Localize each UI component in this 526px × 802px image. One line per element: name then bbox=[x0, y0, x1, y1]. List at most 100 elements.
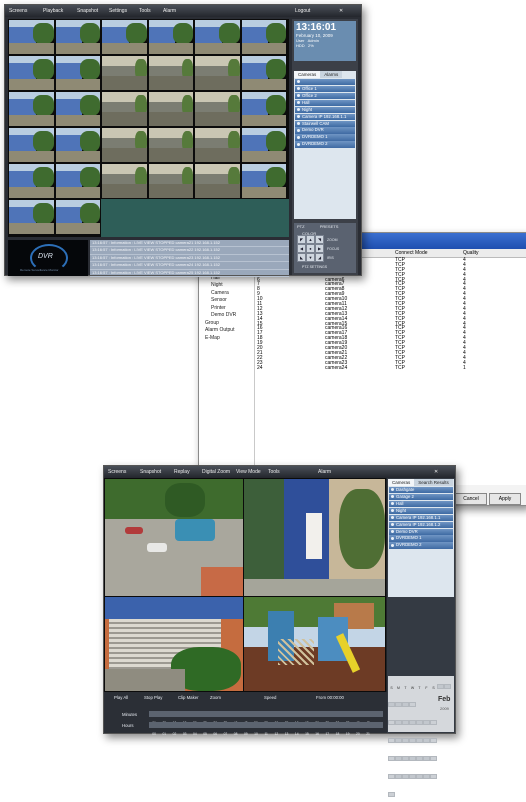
logout-button[interactable]: Logout bbox=[295, 8, 310, 14]
camera-list-item[interactable]: Stairwell CAM bbox=[295, 120, 355, 127]
camera-tile[interactable] bbox=[55, 56, 100, 90]
screens-menu[interactable]: Screens bbox=[9, 8, 27, 14]
ptz-right-icon[interactable]: ▶ bbox=[315, 244, 324, 253]
calendar-cell[interactable] bbox=[430, 755, 437, 761]
calendar-cell[interactable] bbox=[423, 773, 430, 779]
camera-tile[interactable] bbox=[102, 128, 147, 162]
camera-tile[interactable] bbox=[102, 164, 147, 198]
calendar-cell[interactable] bbox=[423, 755, 430, 761]
col-header-connect-mode[interactable]: Connect Mode bbox=[395, 250, 428, 256]
calendar-cell[interactable] bbox=[388, 773, 395, 779]
calendar-cell[interactable] bbox=[395, 755, 402, 761]
camera-list-item[interactable]: Hall bbox=[295, 99, 355, 106]
camera-list-item[interactable]: Demo DVR bbox=[295, 127, 355, 134]
camera-list-item[interactable]: Office 1 bbox=[295, 85, 355, 92]
tab-cameras[interactable]: Cameras bbox=[294, 71, 321, 78]
calendar-cell[interactable] bbox=[409, 701, 416, 707]
calendar-cell[interactable] bbox=[416, 755, 423, 761]
tree-item[interactable]: Group bbox=[199, 320, 254, 328]
tree-item[interactable]: E-Map bbox=[199, 335, 254, 343]
tab-search-results[interactable]: Search Results bbox=[414, 479, 453, 486]
event-log[interactable]: 13:16:57 : Information : LIVE VIEW STOPP… bbox=[90, 240, 289, 277]
alarm-button[interactable]: Alarm bbox=[318, 469, 331, 475]
stop-play-button[interactable]: Stop Play bbox=[144, 695, 162, 700]
camera-tile[interactable] bbox=[148, 20, 193, 54]
calendar-cell[interactable] bbox=[388, 737, 395, 743]
camera-list-item[interactable]: Night bbox=[295, 106, 355, 113]
tree-item[interactable]: Sensor bbox=[199, 297, 254, 305]
calendar[interactable]: SMTWTFS Feb 2009 bbox=[388, 676, 454, 797]
speed-label[interactable]: Speed bbox=[264, 695, 276, 700]
camera-list-item[interactable]: DVRDEMO 1 bbox=[295, 134, 355, 141]
snapshot-button[interactable]: Snapshot bbox=[77, 8, 98, 14]
calendar-cell[interactable] bbox=[402, 719, 409, 725]
calendar-cell[interactable] bbox=[409, 755, 416, 761]
camera-tile[interactable] bbox=[9, 20, 54, 54]
calendar-cell[interactable] bbox=[444, 683, 451, 689]
calendar-cell[interactable] bbox=[395, 701, 402, 707]
zoom-button[interactable]: Zoom bbox=[210, 695, 221, 700]
playback-button[interactable]: Playback bbox=[43, 8, 63, 14]
tab-presets[interactable]: PRESETS bbox=[320, 224, 339, 229]
table-row[interactable]: 24 camera24 TCP 1 bbox=[255, 365, 526, 371]
camera-view-garage[interactable] bbox=[105, 597, 243, 691]
ptz-up-right-icon[interactable]: ◥ bbox=[315, 235, 324, 244]
camera-tile[interactable] bbox=[9, 128, 54, 162]
tree-item[interactable]: Printer bbox=[199, 305, 254, 313]
calendar-cell[interactable] bbox=[395, 737, 402, 743]
calendar-cell[interactable] bbox=[395, 773, 402, 779]
camera-list-item[interactable]: Office 2 bbox=[295, 92, 355, 99]
ptz-up-icon[interactable]: ▲ bbox=[306, 235, 315, 244]
camera-view-pool[interactable] bbox=[105, 479, 243, 596]
minutes-timeline[interactable]: 0105101520253035404550556005101520253035… bbox=[149, 711, 383, 725]
tree-item[interactable]: Alarm Output bbox=[199, 327, 254, 335]
camera-tile[interactable] bbox=[148, 56, 193, 90]
camera-view-door[interactable] bbox=[244, 479, 385, 596]
calendar-cell[interactable] bbox=[402, 773, 409, 779]
camera-tile[interactable] bbox=[148, 128, 193, 162]
cancel-button[interactable]: Cancel bbox=[455, 493, 487, 505]
camera-list-item[interactable]: Garage 2 bbox=[389, 493, 453, 500]
ptz-down-right-icon[interactable]: ◢ bbox=[315, 253, 324, 262]
camera-tile[interactable] bbox=[55, 164, 100, 198]
screens-menu[interactable]: Screens bbox=[108, 469, 126, 475]
ptz-left-icon[interactable]: ◀ bbox=[297, 244, 306, 253]
play-all-button[interactable]: Play All bbox=[114, 695, 128, 700]
camera-list-item[interactable]: Camera IP 192.168.1.1 bbox=[295, 113, 355, 120]
tools-menu[interactable]: Tools bbox=[139, 8, 151, 14]
camera-list-item[interactable]: Hall bbox=[389, 500, 453, 507]
camera-list-item[interactable]: DVRDEMO 1 bbox=[389, 535, 453, 542]
digital-zoom-button[interactable]: Digital Zoom bbox=[202, 469, 230, 475]
calendar-cell[interactable] bbox=[388, 719, 395, 725]
camera-tile[interactable] bbox=[102, 20, 147, 54]
camera-list-item[interactable]: DVRDEMO 2 bbox=[295, 141, 355, 148]
camera-tile[interactable] bbox=[148, 164, 193, 198]
tools-menu[interactable]: Tools bbox=[268, 469, 280, 475]
calendar-cell[interactable] bbox=[423, 719, 430, 725]
ptz-up-left-icon[interactable]: ◤ bbox=[297, 235, 306, 244]
camera-tile[interactable] bbox=[241, 56, 286, 90]
camera-list-item[interactable]: DVRDEMO 2 bbox=[389, 542, 453, 549]
hours-timeline[interactable]: 00 01 02 03 04 05 06 07 08 09 10 11 12 13 14 15 16 17 18 19… bbox=[149, 722, 383, 736]
camera-tile[interactable] bbox=[241, 128, 286, 162]
camera-tile[interactable] bbox=[102, 56, 147, 90]
apply-button[interactable]: Apply bbox=[489, 493, 521, 505]
tab-ptz[interactable]: PTZ bbox=[297, 224, 305, 229]
close-icon[interactable]: ✕ bbox=[434, 469, 438, 475]
camera-tile[interactable] bbox=[55, 20, 100, 54]
camera-list-item[interactable] bbox=[295, 78, 355, 85]
camera-tile[interactable] bbox=[195, 92, 240, 126]
camera-view-playground[interactable] bbox=[244, 597, 385, 691]
calendar-cell[interactable] bbox=[395, 719, 402, 725]
calendar-cell[interactable] bbox=[430, 719, 437, 725]
camera-tile[interactable] bbox=[241, 92, 286, 126]
ptz-down-icon[interactable]: ▼ bbox=[306, 253, 315, 262]
calendar-cell[interactable] bbox=[416, 773, 423, 779]
camera-tile[interactable] bbox=[241, 20, 286, 54]
calendar-cell[interactable] bbox=[423, 737, 430, 743]
tree-item[interactable]: Night bbox=[199, 282, 254, 290]
tree-item[interactable]: Camera bbox=[199, 290, 254, 298]
tab-alarms[interactable]: Alarms bbox=[320, 71, 343, 78]
camera-tile[interactable] bbox=[9, 200, 54, 234]
tree-item[interactable]: Demo DVR bbox=[199, 312, 254, 320]
